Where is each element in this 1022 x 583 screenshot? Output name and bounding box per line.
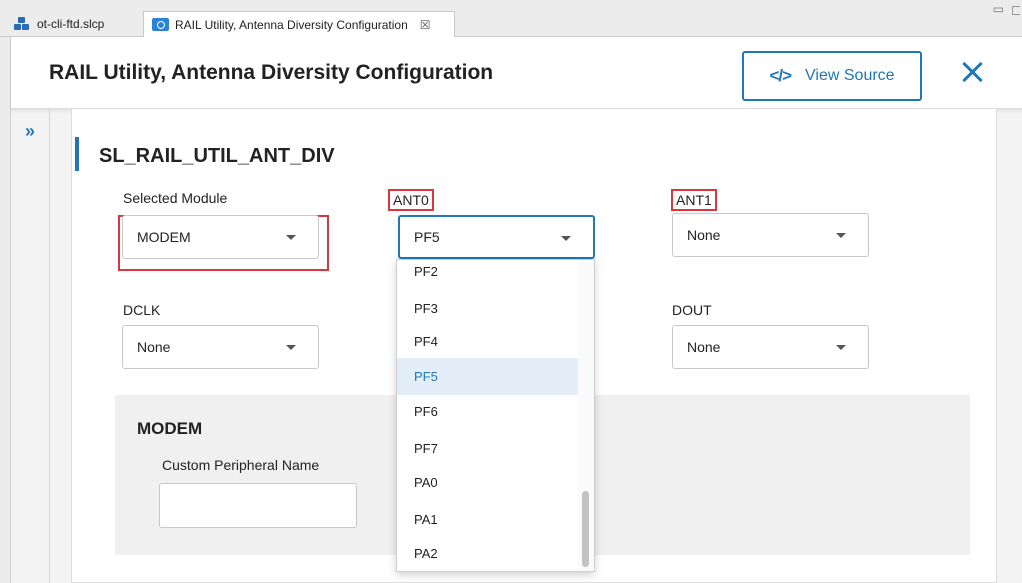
dout-label: DOUT: [672, 302, 712, 318]
maximize-icon[interactable]: [1012, 6, 1020, 15]
custom-peripheral-label: Custom Peripheral Name: [162, 457, 320, 473]
ant0-label: ANT0: [388, 189, 434, 211]
dropdown-option[interactable]: PA0: [397, 464, 578, 501]
close-tab-icon[interactable]: ☒: [420, 18, 431, 32]
dropdown-option-selected[interactable]: PF5: [397, 358, 578, 395]
chevron-down-icon: [836, 345, 846, 350]
editor-tab-bar: ot-cli-ftd.slcp RAIL Utility, Antenna Di…: [0, 0, 1022, 37]
page-title: RAIL Utility, Antenna Diversity Configur…: [49, 61, 494, 84]
ant0-dropdown-list: PF2 PF3 PF4 PF5 PF6 PF7 PA0 PA1 PA2: [396, 259, 595, 572]
tab-rail-utility[interactable]: RAIL Utility, Antenna Diversity Configur…: [143, 11, 455, 37]
chevron-down-icon: [836, 233, 846, 238]
config-icon: [152, 18, 169, 31]
section-title: SL_RAIL_UTIL_ANT_DIV: [99, 145, 335, 167]
minimize-icon[interactable]: ▭: [993, 2, 1004, 16]
chevron-down-icon: [286, 235, 296, 240]
ant1-label: ANT1: [671, 189, 717, 211]
view-source-button[interactable]: </> View Source: [742, 51, 922, 101]
ant0-select[interactable]: PF5: [398, 215, 595, 259]
dropdown-option[interactable]: PF6: [397, 393, 578, 430]
select-value: PF5: [414, 229, 440, 245]
select-value: None: [687, 227, 721, 243]
dropdown-option[interactable]: PF3: [397, 290, 578, 327]
dropdown-option[interactable]: PA1: [397, 501, 578, 538]
view-source-label: View Source: [805, 67, 895, 84]
selected-module-select[interactable]: MODEM: [122, 215, 319, 259]
section-accent-bar: [75, 137, 79, 171]
tab-label: ot-cli-ftd.slcp: [37, 17, 105, 31]
chevron-down-icon: [561, 236, 571, 241]
close-icon[interactable]: [959, 59, 985, 85]
dropdown-option[interactable]: PA2: [397, 535, 578, 571]
dclk-select[interactable]: None: [122, 325, 319, 369]
select-value: MODEM: [137, 229, 191, 245]
page-header: RAIL Utility, Antenna Diversity Configur…: [11, 37, 1022, 109]
dropdown-option[interactable]: PF4: [397, 323, 578, 360]
tab-label: RAIL Utility, Antenna Diversity Configur…: [175, 17, 408, 32]
modem-title: MODEM: [137, 419, 203, 438]
dout-select[interactable]: None: [672, 325, 869, 369]
project-icon: [14, 17, 31, 31]
scrollbar-thumb[interactable]: [582, 491, 589, 567]
chevron-down-icon: [286, 345, 296, 350]
sidebar-divider: [49, 109, 50, 583]
dropdown-option[interactable]: PF7: [397, 430, 578, 467]
custom-peripheral-input[interactable]: [159, 483, 357, 528]
selected-module-label: Selected Module: [123, 190, 228, 206]
tab-ot-cli-ftd[interactable]: ot-cli-ftd.slcp: [6, 11, 138, 37]
ant1-select[interactable]: None: [672, 213, 869, 257]
dropdown-option[interactable]: PF2: [397, 260, 578, 290]
code-icon: </>: [769, 66, 792, 85]
dclk-label: DCLK: [123, 302, 161, 318]
select-value: None: [137, 339, 171, 355]
select-value: None: [687, 339, 721, 355]
expand-sidebar-icon[interactable]: »: [25, 121, 35, 142]
